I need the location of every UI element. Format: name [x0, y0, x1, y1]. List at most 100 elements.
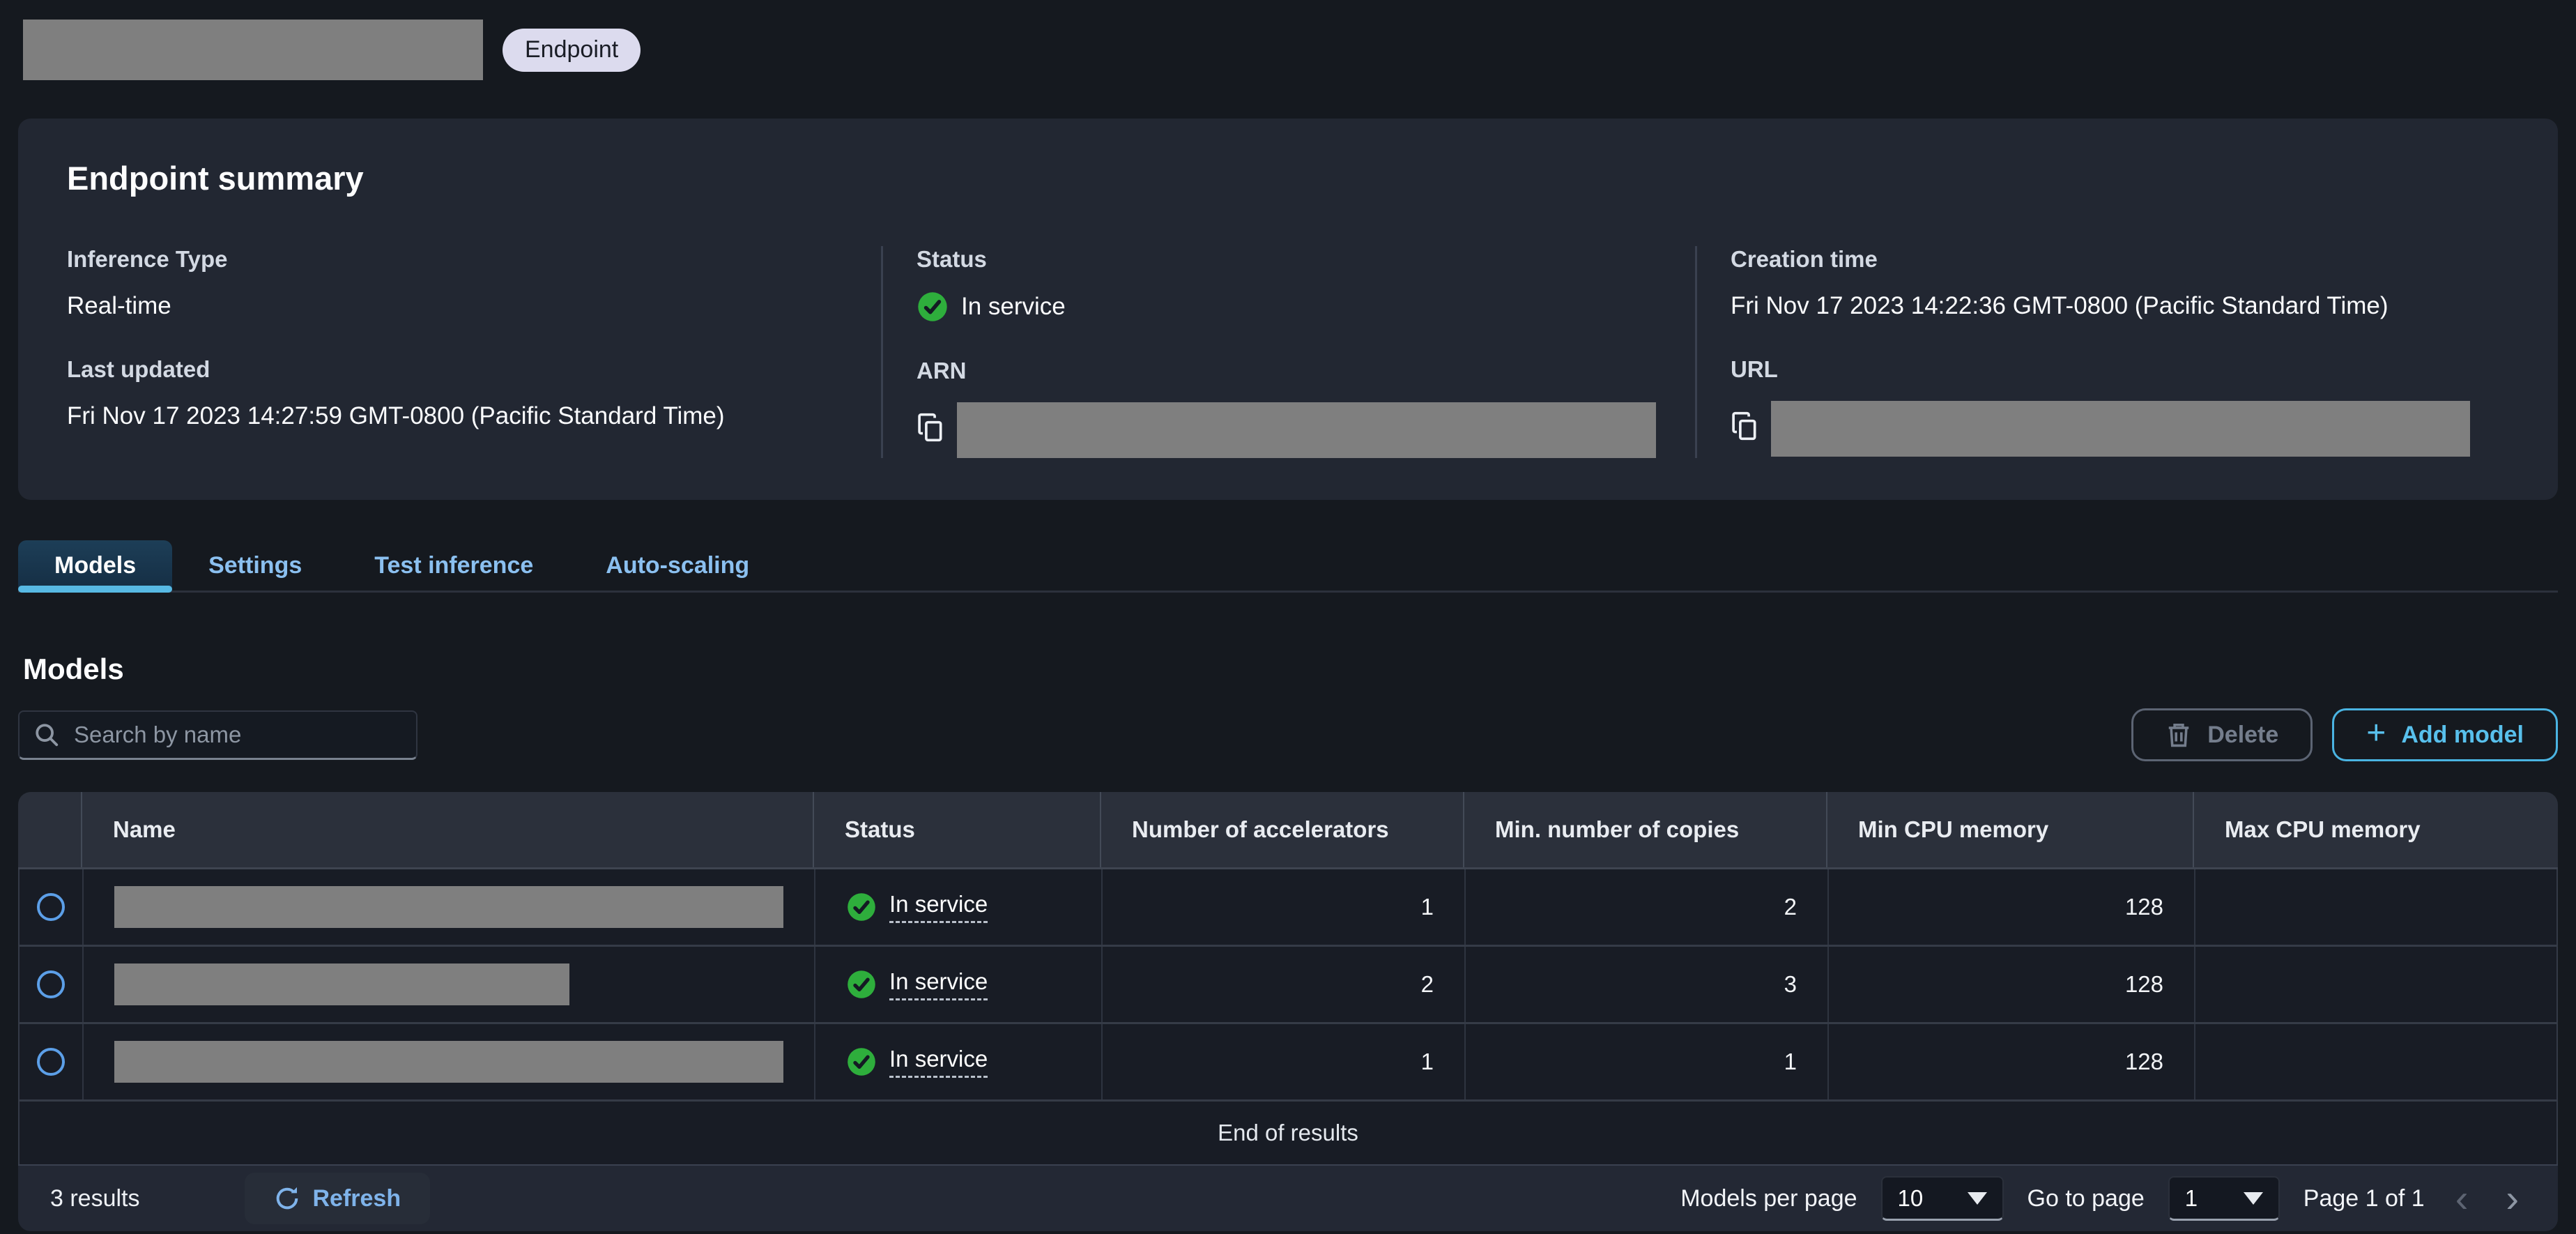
last-updated-label: Last updated: [67, 356, 210, 382]
column-header-accelerators: Number of accelerators: [1100, 792, 1463, 867]
inference-type-field: Inference Type Real-time: [67, 246, 842, 321]
arn-label: ARN: [917, 358, 967, 383]
model-name-redacted: [114, 1041, 783, 1083]
models-table: Name Status Number of accelerators Min. …: [18, 792, 2558, 1231]
goto-page-label: Go to page: [2027, 1185, 2145, 1212]
trash-icon: [2168, 723, 2189, 747]
row-select-radio[interactable]: [37, 893, 65, 921]
page: Endpoint Endpoint summary Inference Type…: [0, 0, 2576, 1231]
url-label: URL: [1731, 356, 1778, 382]
models-per-page-select[interactable]: 10: [1880, 1176, 2004, 1221]
tab-models-label: Models: [54, 551, 137, 579]
min-copies-value: 3: [1464, 947, 1827, 1022]
copy-icon: [918, 413, 942, 442]
model-name-redacted: [114, 963, 569, 1005]
endpoint-name-redacted: [23, 20, 483, 80]
accelerators-value: 1: [1101, 1024, 1464, 1099]
tab-models[interactable]: Models: [18, 540, 173, 593]
models-section: Models Delete: [18, 653, 2558, 1231]
arn-value-redacted: [957, 402, 1656, 458]
endpoint-summary-title: Endpoint summary: [67, 160, 364, 197]
column-header-select: [18, 792, 81, 867]
tab-test-inference-label: Test inference: [374, 551, 534, 579]
column-header-min-cpu: Min CPU memory: [1826, 792, 2193, 867]
tab-settings-label: Settings: [208, 551, 302, 579]
url-value-redacted: [1771, 400, 2470, 457]
models-heading: Models: [23, 653, 124, 685]
status-success-icon: [848, 1048, 875, 1076]
min-cpu-value: 128: [1827, 947, 2194, 1022]
endpoint-type-badge: Endpoint: [503, 28, 641, 72]
row-select-radio[interactable]: [37, 1048, 65, 1076]
status-link[interactable]: In service: [889, 891, 988, 923]
results-count: 3 results: [50, 1185, 140, 1212]
search-input[interactable]: [18, 710, 417, 760]
table-row: In service 2 3 128: [20, 947, 2556, 1024]
summary-column-1: Inference Type Real-time Last updated Fr…: [67, 246, 881, 458]
per-page-label: Models per page: [1680, 1185, 1857, 1212]
status-success-icon: [848, 893, 875, 921]
tab-test-inference[interactable]: Test inference: [338, 540, 569, 591]
endpoint-summary-panel: Endpoint summary Inference Type Real-tim…: [18, 119, 2558, 500]
table-body: In service 1 2 128 In service 2 3 128 In…: [18, 869, 2558, 1164]
min-cpu-value: 128: [1827, 1024, 2194, 1099]
creation-time-value: Fri Nov 17 2023 14:22:36 GMT-0800 (Pacif…: [1731, 292, 2389, 319]
goto-page-value: 1: [2184, 1185, 2198, 1211]
status-link[interactable]: In service: [889, 1046, 988, 1078]
previous-page-button[interactable]: ‹: [2448, 1179, 2476, 1218]
next-page-button[interactable]: ›: [2499, 1179, 2526, 1218]
inference-type-value: Real-time: [67, 292, 171, 319]
max-cpu-value: [2194, 1024, 2556, 1099]
copy-url-button[interactable]: [1731, 411, 1758, 441]
min-cpu-value: 128: [1827, 869, 2194, 945]
column-header-status: Status: [813, 792, 1100, 867]
column-header-min-copies: Min. number of copies: [1463, 792, 1826, 867]
tab-settings[interactable]: Settings: [172, 540, 338, 591]
min-copies-value: 2: [1464, 869, 1827, 945]
status-label: Status: [917, 246, 987, 272]
status-success-icon: [848, 970, 875, 998]
accelerators-value: 2: [1101, 947, 1464, 1022]
creation-time-label: Creation time: [1731, 246, 1878, 272]
add-model-button[interactable]: + Add model: [2332, 708, 2558, 761]
add-model-button-label: Add model: [2401, 722, 2524, 748]
status-link[interactable]: In service: [889, 968, 988, 1000]
refresh-button-label: Refresh: [312, 1185, 401, 1212]
table-row: In service 1 1 128: [20, 1024, 2556, 1102]
summary-grid: Inference Type Real-time Last updated Fr…: [67, 246, 2509, 458]
delete-button[interactable]: Delete: [2131, 708, 2313, 761]
models-toolbar: Delete + Add model: [18, 708, 2558, 761]
refresh-icon: [276, 1187, 298, 1210]
column-header-name: Name: [81, 792, 813, 867]
chevron-down-icon: [2243, 1191, 2263, 1205]
table-footer: 3 results Refresh Models per page 10 Go …: [18, 1164, 2558, 1231]
tab-auto-scaling-label: Auto-scaling: [606, 551, 750, 579]
end-of-results: End of results: [1218, 1120, 1358, 1145]
search-field: [18, 710, 417, 760]
tab-auto-scaling[interactable]: Auto-scaling: [569, 540, 785, 591]
chevron-down-icon: [1967, 1191, 1987, 1205]
status-field: Status In service: [917, 246, 1656, 323]
max-cpu-value: [2194, 869, 2556, 945]
delete-button-label: Delete: [2207, 722, 2279, 748]
refresh-button[interactable]: Refresh: [244, 1173, 431, 1224]
last-updated-value: Fri Nov 17 2023 14:27:59 GMT-0800 (Pacif…: [67, 402, 725, 429]
plus-icon: +: [2366, 714, 2386, 752]
url-field: URL: [1731, 356, 2470, 457]
min-copies-value: 1: [1464, 1024, 1827, 1099]
per-page-value: 10: [1897, 1185, 1924, 1211]
max-cpu-value: [2194, 947, 2556, 1022]
table-row: In service 1 2 128: [20, 869, 2556, 947]
page-indicator: Page 1 of 1: [2303, 1185, 2425, 1212]
creation-time-field: Creation time Fri Nov 17 2023 14:22:36 G…: [1731, 246, 2470, 321]
row-select-radio[interactable]: [37, 970, 65, 998]
goto-page-select[interactable]: 1: [2168, 1176, 2280, 1221]
table-header-row: Name Status Number of accelerators Min. …: [18, 792, 2558, 869]
copy-icon: [1732, 411, 1756, 440]
status-text: In service: [961, 293, 1066, 321]
copy-arn-button[interactable]: [917, 412, 944, 443]
inference-type-label: Inference Type: [67, 246, 228, 272]
arn-field: ARN: [917, 358, 1656, 458]
summary-column-2: Status In service ARN: [881, 246, 1695, 458]
tab-bar: Models Settings Test inference Auto-scal…: [18, 540, 2558, 593]
